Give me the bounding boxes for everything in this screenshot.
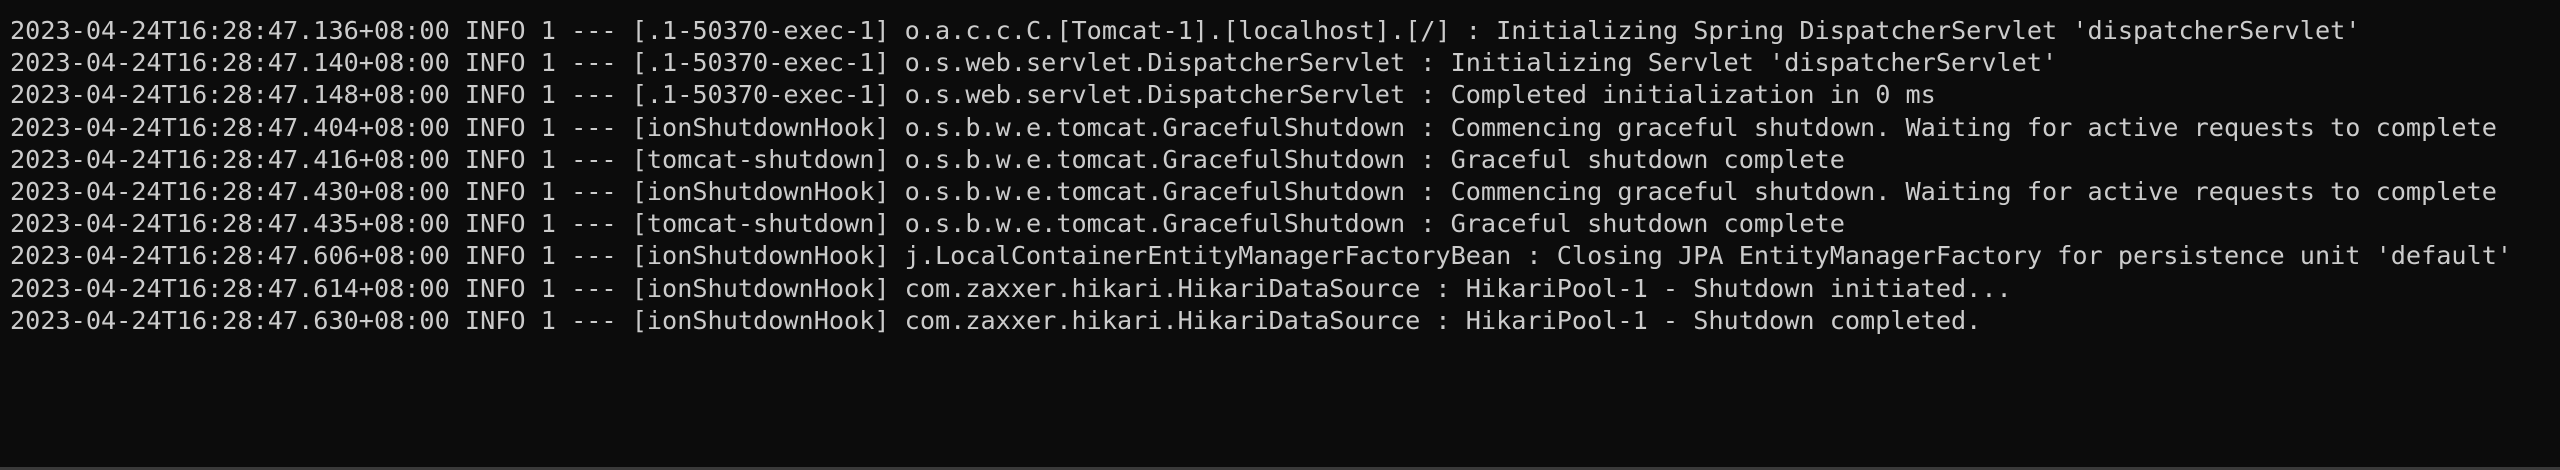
terminal-output[interactable]: 2023-04-24T16:28:47.136+08:00 INFO 1 ---… bbox=[0, 0, 2560, 470]
log-line: 2023-04-24T16:28:47.430+08:00 INFO 1 ---… bbox=[10, 176, 2497, 206]
log-line: 2023-04-24T16:28:47.140+08:00 INFO 1 ---… bbox=[10, 48, 2058, 78]
log-line: 2023-04-24T16:28:47.148+08:00 INFO 1 ---… bbox=[10, 80, 1936, 110]
log-line: 2023-04-24T16:28:47.435+08:00 INFO 1 ---… bbox=[10, 209, 1845, 239]
log-line: 2023-04-24T16:28:47.404+08:00 INFO 1 ---… bbox=[10, 112, 2497, 142]
log-line: 2023-04-24T16:28:47.416+08:00 INFO 1 ---… bbox=[10, 144, 1845, 174]
log-line: 2023-04-24T16:28:47.606+08:00 INFO 1 ---… bbox=[10, 241, 2513, 271]
log-line: 2023-04-24T16:28:47.136+08:00 INFO 1 ---… bbox=[10, 16, 2361, 45]
log-line: 2023-04-24T16:28:47.630+08:00 INFO 1 ---… bbox=[10, 305, 1982, 335]
log-line: 2023-04-24T16:28:47.614+08:00 INFO 1 ---… bbox=[10, 273, 2012, 303]
